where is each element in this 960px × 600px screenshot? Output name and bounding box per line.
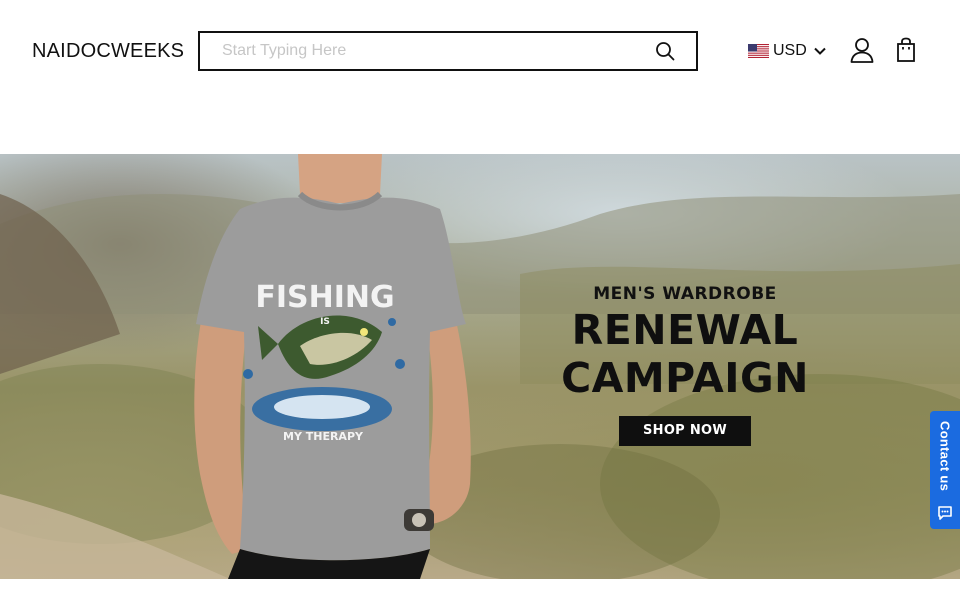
currency-label: USD: [773, 42, 807, 59]
site-logo[interactable]: NAIDOCWEEKS: [32, 40, 184, 63]
us-flag-icon: [748, 44, 769, 58]
shop-now-button[interactable]: SHOP NOW: [619, 416, 751, 446]
contact-us-label: Contact us: [937, 421, 953, 492]
currency-selector[interactable]: USD: [748, 40, 827, 62]
promo-headline-line1: RENEWAL: [571, 306, 799, 354]
shirt-text-top: FISHING: [255, 280, 394, 315]
hero-banner[interactable]: FISHING IS MY THERAPY MEN'S WARDROBE REN…: [0, 154, 960, 579]
contact-us-tab[interactable]: Contact us: [930, 411, 960, 529]
site-header: NAIDOCWEEKS USD: [0, 0, 960, 154]
shirt-text-is: IS: [320, 317, 330, 327]
cart-icon[interactable]: [894, 37, 918, 63]
promo-kicker: MEN'S WARDROBE: [593, 284, 777, 304]
search-bar[interactable]: [198, 31, 698, 71]
promo-block: MEN'S WARDROBE RENEWAL CAMPAIGN SHOP NOW: [540, 284, 830, 446]
chevron-down-icon: [814, 47, 826, 55]
promo-headline-line2: CAMPAIGN: [561, 354, 809, 402]
search-input[interactable]: [200, 33, 654, 69]
search-icon[interactable]: [654, 40, 676, 62]
account-icon[interactable]: [849, 37, 875, 63]
chat-icon: [938, 506, 952, 520]
shirt-text-bottom: MY THERAPY: [283, 430, 364, 443]
